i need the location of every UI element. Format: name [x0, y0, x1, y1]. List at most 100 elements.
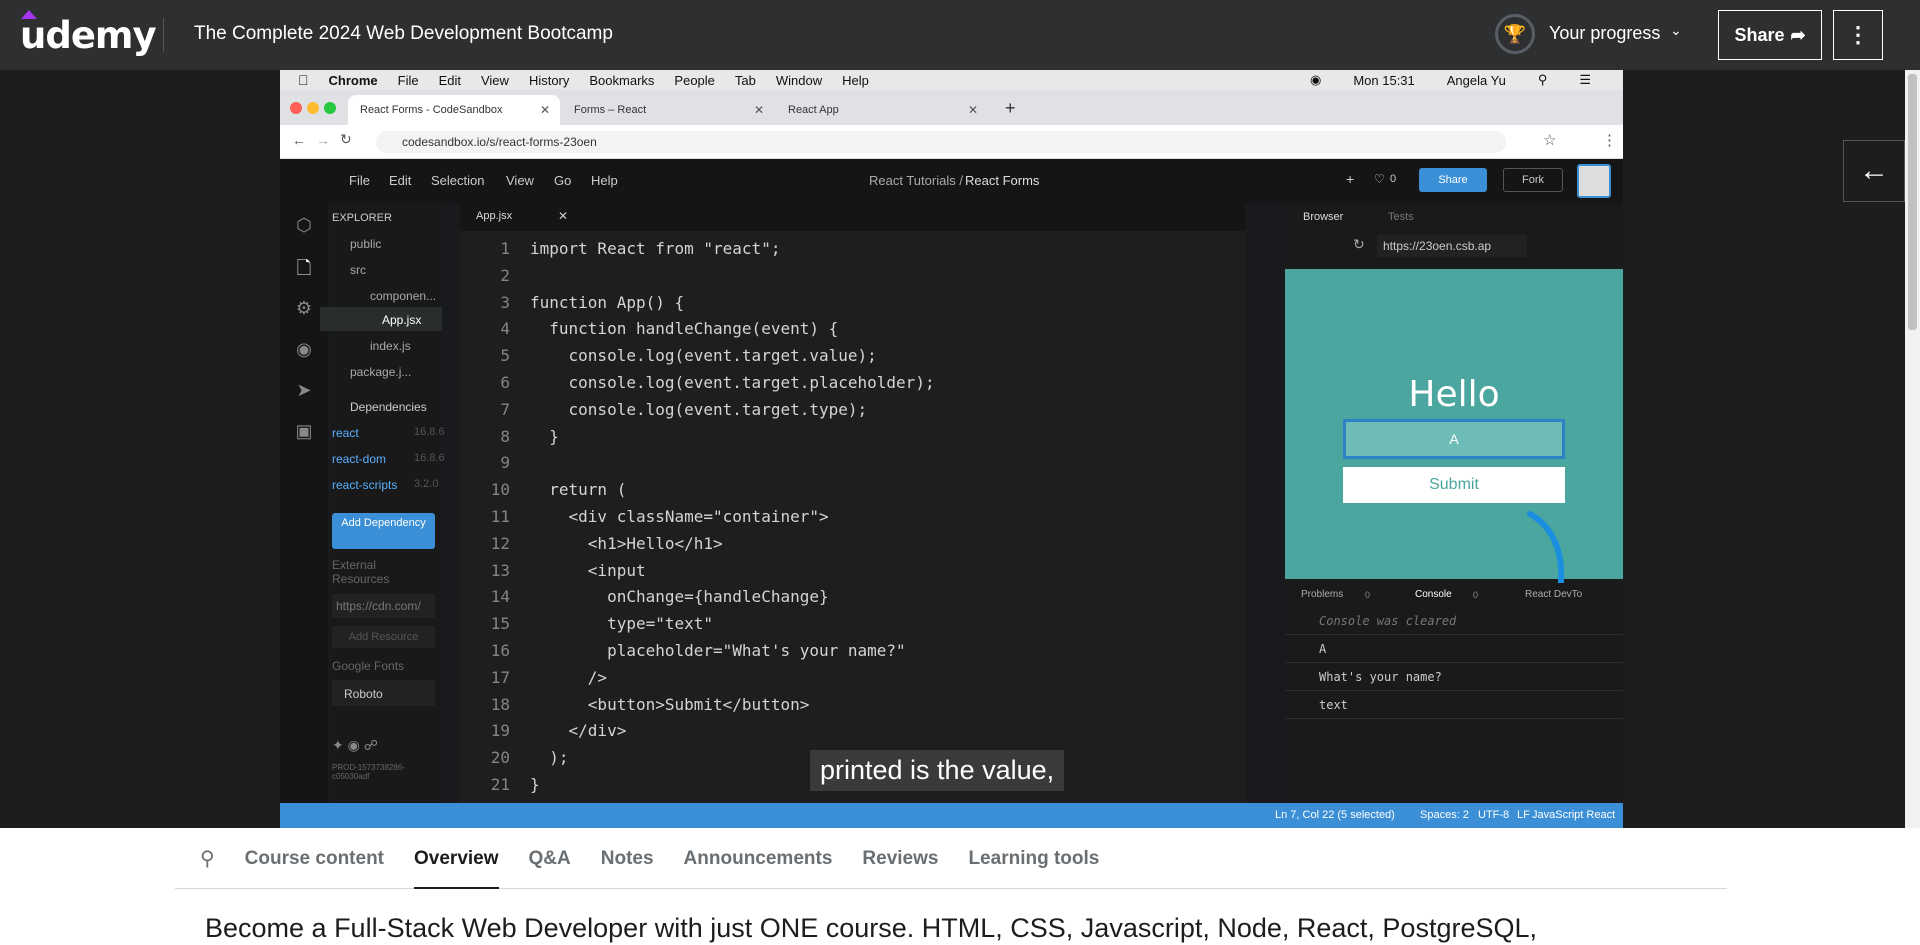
problems-tab: Problems [1301, 589, 1344, 600]
line-number: 6 [500, 373, 510, 392]
tab-label: React Forms - CodeSandbox [360, 104, 503, 116]
mac-menu-item: People [663, 72, 714, 88]
folder-src: src [350, 263, 366, 277]
tab-reviews[interactable]: Reviews [862, 828, 938, 889]
close-icon: ✕ [558, 209, 569, 223]
top-header: udemy The Complete 2024 Web Development … [0, 0, 1920, 70]
browser-preview-pane: Browser Tests ↻ https://23oen.csb.ap Hel… [1285, 203, 1623, 803]
encoding: UTF-8 [1478, 809, 1510, 821]
console-count: 0 [1473, 590, 1479, 600]
file-index-js: index.js [370, 339, 411, 353]
tests-tab: Tests [1388, 211, 1414, 223]
activity-bar: ⬡ 🗋 ⚙ ◉ ➤ ▣ [280, 159, 328, 803]
star-icon: ☆ [1543, 132, 1557, 149]
url-field: codesandbox.io/s/react-forms-23oen [376, 131, 1506, 153]
back-icon: ← [292, 132, 306, 148]
course-title[interactable]: The Complete 2024 Web Development Bootca… [194, 23, 613, 45]
code-line: /> [530, 667, 608, 687]
share-button[interactable]: Share ➦ [1718, 10, 1822, 60]
preview-url: https://23oen.csb.ap [1377, 235, 1527, 257]
code-line: <h1>Hello</h1> [530, 533, 723, 553]
udemy-logo[interactable]: udemy [20, 14, 157, 57]
close-icon: ✕ [753, 103, 764, 117]
file-app-jsx: App.jsx [382, 313, 422, 327]
line-ending: LF [1517, 809, 1530, 821]
maximize-window-icon [324, 102, 336, 114]
csb-share-button: Share [1419, 168, 1487, 192]
add-dependency-label: Add Dependency [341, 517, 426, 529]
trophy-icon[interactable]: 🏆 [1495, 14, 1535, 54]
fork-label: Fork [1522, 174, 1544, 186]
code-line: } [530, 426, 559, 446]
csb-menu-item: View [506, 173, 534, 188]
preview-heading: Hello [1408, 374, 1500, 415]
breadcrumb-parent: React Tutorials / [869, 173, 963, 188]
new-tab-icon: + [1005, 98, 1016, 118]
search-icon[interactable]: ⚲ [200, 846, 215, 871]
tab-course-content[interactable]: Course content [245, 828, 384, 889]
chrome-address-bar: ← → ↻ codesandbox.io/s/react-forms-23oen… [280, 125, 1623, 159]
line-number: 15 [490, 614, 510, 634]
code-line: <input [530, 560, 646, 580]
code-line: type="text" [530, 614, 714, 634]
dependencies-label: Dependencies [350, 400, 427, 414]
line-number: 19 [490, 721, 510, 741]
tab-announcements[interactable]: Announcements [684, 828, 833, 889]
share-label: Share [1734, 24, 1785, 45]
github-icon: ◉ [296, 339, 312, 359]
external-resource-input: https://cdn.com/ [332, 594, 435, 618]
mac-menu-item: Window [765, 72, 822, 88]
dep-name: react-dom [332, 452, 387, 466]
csb-menu-item: File [349, 173, 370, 188]
line-number: 5 [500, 346, 510, 366]
code-line: placeholder="What's your name?" [530, 641, 906, 660]
scrollbar-thumb[interactable] [1908, 74, 1917, 330]
code-line: import React from "react"; [530, 239, 781, 258]
tab-notes[interactable]: Notes [601, 828, 654, 889]
search-icon: ⚲ [1537, 72, 1548, 87]
code-line: ); [530, 748, 569, 768]
clock: Mon 15:31 [1353, 72, 1415, 88]
csb-menu-item: Selection [431, 173, 485, 188]
tab-overview[interactable]: Overview [414, 828, 499, 889]
preview-input: A [1343, 419, 1565, 459]
line-number: 9 [500, 453, 510, 473]
plus-icon: + [1346, 171, 1355, 187]
chevron-down-icon[interactable]: ⌄ [1670, 22, 1682, 39]
tab-learning-tools[interactable]: Learning tools [968, 828, 1099, 889]
line-number: 18 [490, 694, 510, 714]
file-selected-bg [320, 307, 442, 331]
mac-menu-item: Help [831, 72, 869, 88]
tab-qa[interactable]: Q&A [529, 828, 571, 889]
status-bar: Ln 7, Col 22 (5 selected) Spaces: 2 UTF-… [280, 803, 1623, 828]
vertical-dots-icon: ⋮ [1602, 132, 1617, 149]
codesandbox-toolbar: ▦ File Edit Selection View Go Help React… [280, 159, 1623, 203]
line-number: 10 [490, 480, 510, 500]
more-options-button[interactable]: ⋮ [1833, 10, 1883, 60]
mac-menu-item: Chrome [318, 72, 378, 88]
add-dependency-button: Add Dependency [332, 513, 435, 549]
dep-name: react [332, 426, 359, 440]
tab-label: React App [788, 104, 839, 116]
code-line: <div className="container"> [530, 507, 829, 526]
code-editor: App.jsx ✕ 1 import React from "react"; 2 3 f… [460, 203, 1245, 803]
close-icon: ✕ [967, 103, 978, 117]
line-number: 21 [490, 775, 510, 794]
progress-label[interactable]: Your progress [1549, 23, 1660, 44]
add-resource-button: Add Resource [332, 626, 435, 648]
line-number: 17 [490, 667, 510, 687]
react-devtools-tab: React DevTo [1525, 589, 1583, 600]
mac-menu-item: File [387, 72, 419, 88]
line-number: 2 [500, 265, 510, 285]
csb-share-label: Share [1438, 174, 1468, 186]
code-line: console.log(event.target.placeholder); [530, 373, 935, 392]
back-arrow-icon[interactable]: ← [1843, 140, 1905, 202]
file-icon: 🗋 [296, 258, 312, 278]
line-number: 8 [500, 426, 510, 446]
fork-button: Fork [1503, 168, 1563, 192]
mac-menu-item: Bookmarks [578, 72, 654, 88]
chrome-tab: React Forms - CodeSandbox ✕ [348, 95, 560, 125]
console-line: text [1285, 691, 1623, 719]
console-tab: Console [1415, 589, 1452, 600]
mac-menu-bar:  Chrome File Edit View History Bookmark… [280, 70, 1623, 90]
